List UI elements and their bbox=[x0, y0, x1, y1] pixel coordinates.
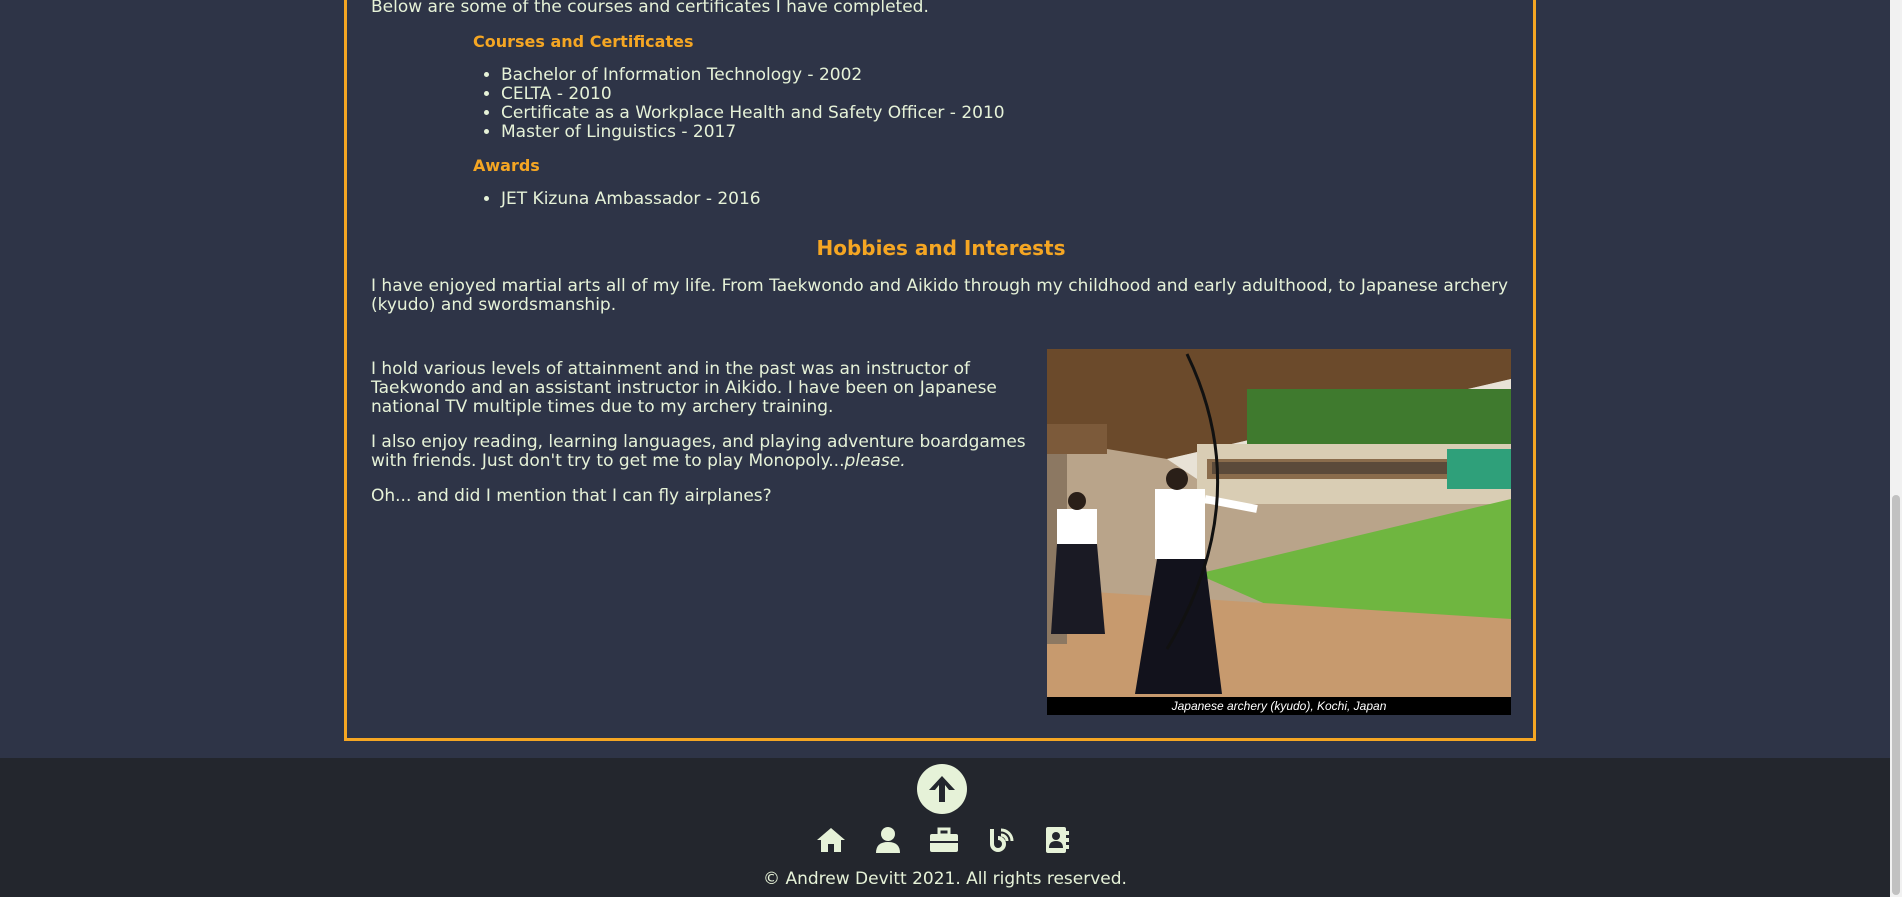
contact-book-icon bbox=[1046, 827, 1069, 853]
list-item: Master of Linguistics - 2017 bbox=[501, 123, 1005, 142]
home-icon bbox=[817, 828, 845, 852]
page: Below are some of the courses and certif… bbox=[0, 0, 1890, 897]
list-item: Bachelor of Information Technology - 200… bbox=[501, 66, 1005, 85]
paragraph-text: I also enjoy reading, learning languages… bbox=[371, 432, 1026, 471]
hobbies-title: Hobbies and Interests bbox=[816, 236, 1066, 260]
copyright-text: © Andrew Devitt 2021. All rights reserve… bbox=[763, 869, 1127, 889]
intro-text: Below are some of the courses and certif… bbox=[371, 0, 929, 17]
list-item: Certificate as a Workplace Health and Sa… bbox=[501, 104, 1005, 123]
hobbies-paragraph-1: I have enjoyed martial arts all of my li… bbox=[371, 276, 1509, 315]
arrow-up-circle-icon bbox=[929, 776, 955, 802]
contact-link[interactable] bbox=[1042, 826, 1072, 854]
page-scrollbar[interactable] bbox=[1890, 0, 1902, 897]
list-item: CELTA - 2010 bbox=[501, 85, 1005, 104]
hobbies-paragraph-3: I also enjoy reading, learning languages… bbox=[371, 433, 1031, 471]
hobbies-paragraph-4: Oh... and did I mention that I can fly a… bbox=[371, 486, 772, 506]
emphasis-text: please. bbox=[844, 451, 906, 471]
awards-heading: Awards bbox=[473, 156, 540, 175]
user-icon bbox=[876, 827, 900, 853]
home-link[interactable] bbox=[816, 826, 846, 854]
kyudo-figure: Japanese archery (kyudo), Kochi, Japan bbox=[1047, 349, 1511, 715]
back-to-top-button[interactable] bbox=[917, 764, 967, 814]
list-item: JET Kizuna Ambassador - 2016 bbox=[501, 190, 761, 209]
blog-icon bbox=[990, 828, 1014, 852]
courses-list: Bachelor of Information Technology - 200… bbox=[473, 66, 1005, 142]
photo-caption: Japanese archery (kyudo), Kochi, Japan bbox=[1047, 697, 1511, 715]
awards-list: JET Kizuna Ambassador - 2016 bbox=[473, 190, 761, 209]
scrollbar-thumb[interactable] bbox=[1892, 495, 1900, 895]
blog-link[interactable] bbox=[986, 826, 1016, 854]
briefcase-icon bbox=[930, 827, 958, 852]
courses-heading: Courses and Certificates bbox=[473, 32, 694, 51]
hobbies-paragraph-2: I hold various levels of attainment and … bbox=[371, 359, 997, 417]
portfolio-link[interactable] bbox=[929, 826, 959, 854]
kyudo-photo bbox=[1047, 349, 1511, 697]
about-link[interactable] bbox=[873, 826, 903, 854]
